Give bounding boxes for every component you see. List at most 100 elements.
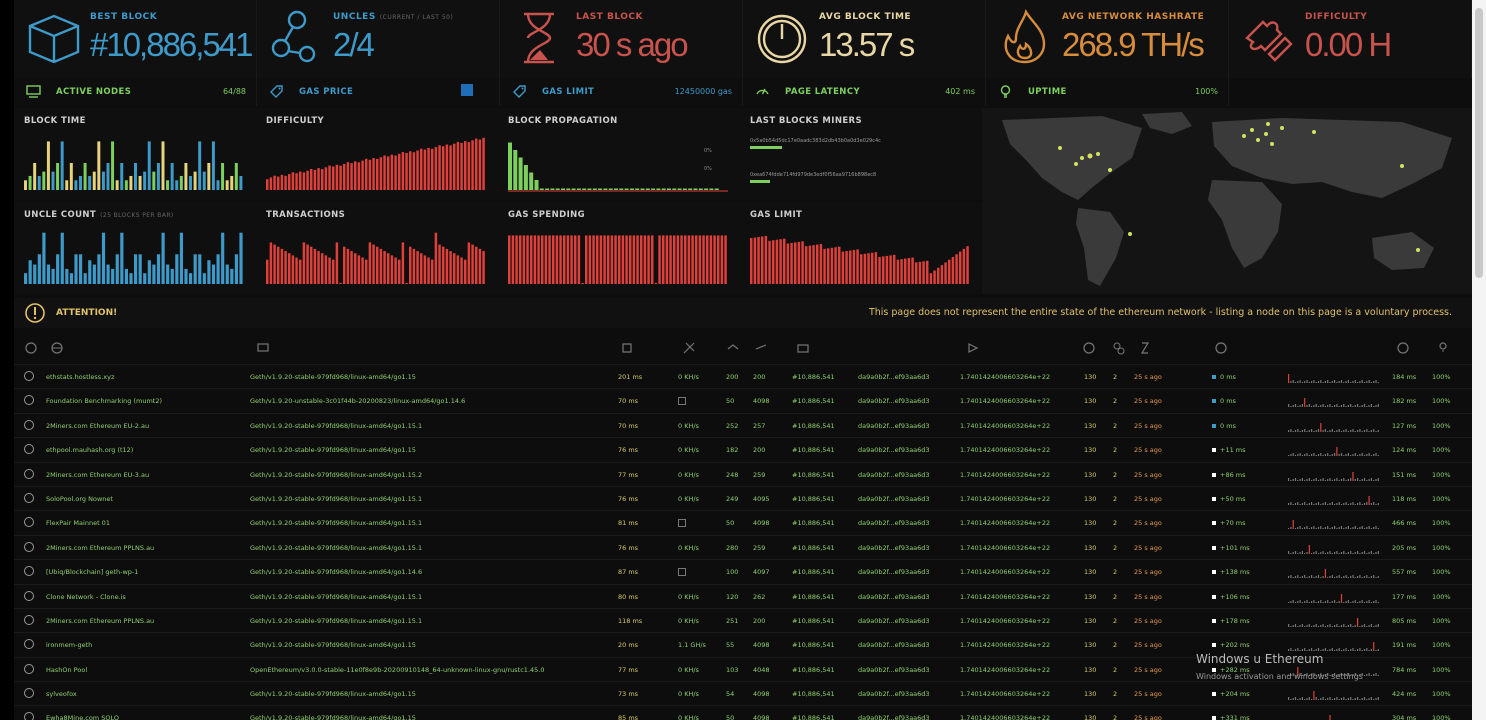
node-propagation: +138 ms	[1212, 568, 1250, 576]
table-row[interactable]: FlexPair Mainnet 01 Geth/v1.9.20-stable-9…	[14, 510, 1472, 534]
table-row[interactable]: [Ubiq/Blockchain] geth-wp-1 Geth/v1.9.20-…	[14, 559, 1472, 583]
chart-bar	[65, 180, 69, 190]
peers-header-icon[interactable]	[726, 341, 740, 355]
node-latency: 70 ms	[618, 421, 639, 430]
history-bar	[1292, 453, 1294, 457]
pin-toggle-icon[interactable]	[24, 639, 34, 650]
chart-bar	[106, 163, 110, 190]
node-pending: 259	[753, 470, 766, 479]
node-last-block: 25 s ago	[1134, 397, 1162, 406]
pin-toggle-icon[interactable]	[24, 492, 34, 503]
pin-toggle-icon[interactable]	[24, 590, 34, 601]
mini-value: 402 ms	[945, 87, 975, 96]
chart-bar	[438, 145, 441, 190]
chart-bar	[37, 254, 41, 284]
propagation-bar	[635, 188, 640, 190]
node-peers: 50	[726, 519, 735, 528]
chart-bar	[449, 251, 452, 284]
pin-toggle-icon[interactable]	[24, 444, 34, 455]
pin-toggle-icon[interactable]	[24, 688, 34, 699]
history-bar	[1327, 650, 1329, 652]
history-bar	[1334, 599, 1336, 603]
node-total-difficulty: 1.7401424006603264e+22	[960, 446, 1051, 455]
table-row[interactable]: SoloPool.org Nownet Geth/v1.9.20-stable-9…	[14, 485, 1472, 510]
history-bar	[1297, 454, 1299, 457]
chart-bar	[720, 235, 724, 284]
node-block: #10,886,541	[792, 616, 835, 625]
node-propagation: 0 ms	[1212, 422, 1236, 430]
history-bar	[1340, 478, 1343, 481]
table-row[interactable]: ethstats.hostless.xyz Geth/v1.9.20-stable…	[14, 364, 1472, 388]
history-bar	[1338, 625, 1340, 627]
chart-bar	[97, 141, 101, 190]
chart-bar	[390, 154, 394, 190]
chart-bar	[317, 251, 320, 284]
uncles-header-icon[interactable]	[1112, 341, 1126, 355]
node-name-header-icon[interactable]	[50, 341, 64, 355]
chart-bar	[849, 250, 852, 284]
pin-toggle-icon[interactable]	[24, 566, 34, 577]
mining-header-icon[interactable]	[682, 341, 696, 355]
table-row[interactable]: 2Miners.com Ethereum PPLNS.au Geth/v1.9.2…	[14, 607, 1472, 632]
history-bar	[1322, 623, 1324, 627]
table-row[interactable]: 2Miners.com Ethereum EU-2.au Geth/v1.9.20…	[14, 412, 1472, 437]
table-row[interactable]: Ewha8Mine.com SOLO Geth/v1.9.20-stable-97…	[14, 705, 1472, 720]
table-row[interactable]: Foundation Benchmarking (mumt2) Geth/v1.9…	[14, 388, 1472, 412]
pin-toggle-icon[interactable]	[24, 614, 34, 625]
uptime-header-icon[interactable]	[1436, 341, 1450, 355]
pin-toggle-icon[interactable]	[24, 517, 34, 528]
last-block-header-icon[interactable]	[1138, 341, 1152, 355]
node-last-block: 25 s ago	[1134, 714, 1162, 720]
node-name: 2Miners.com Ethereum EU-3.au	[46, 470, 150, 479]
chart-bar	[863, 253, 867, 284]
difficulty-header-icon[interactable]	[966, 341, 980, 355]
chart-bar	[239, 175, 243, 190]
chart-bar	[299, 171, 302, 190]
pin-header-icon[interactable]	[24, 341, 38, 355]
txs-header-icon[interactable]	[1082, 341, 1096, 355]
propagation-dot-icon	[1212, 399, 1216, 404]
pending-header-icon[interactable]	[754, 341, 768, 355]
chart-bar	[239, 232, 243, 284]
pin-toggle-icon[interactable]	[24, 712, 34, 720]
chart-bar	[915, 262, 918, 284]
block-header-icon[interactable]	[796, 341, 810, 355]
history-bar	[1306, 453, 1308, 457]
history-bar	[1377, 674, 1379, 676]
table-row[interactable]: Clone Network - Clone.is Geth/v1.9.20-sta…	[14, 583, 1472, 608]
table-row[interactable]: sylveofox Geth/v1.9.20-stable-979fd968/li…	[14, 681, 1472, 705]
history-bar	[1338, 600, 1340, 603]
propagation-header-icon[interactable]	[1214, 341, 1228, 355]
client-header-icon[interactable]	[256, 341, 270, 355]
history-bar	[1306, 698, 1308, 701]
history-bar	[1352, 381, 1354, 383]
ethstats-dashboard: Best Block #10,886,541 Uncles (current / …	[14, 0, 1472, 720]
windows-watermark-sub: Windows activation and windows settings	[1196, 672, 1363, 681]
table-row[interactable]: ethpool.mauhash.org (t12) Geth/v1.9.20-st…	[14, 437, 1472, 461]
pin-toggle-icon[interactable]	[24, 468, 34, 479]
node-last-block: 25 s ago	[1134, 446, 1162, 455]
history-bar	[1354, 577, 1356, 579]
pin-toggle-icon[interactable]	[24, 541, 34, 552]
node-pending: 4098	[753, 714, 770, 720]
avg-propagation-header-icon[interactable]	[1396, 341, 1410, 355]
chart-bar	[691, 235, 694, 284]
history-bar	[1322, 455, 1324, 457]
pin-toggle-icon[interactable]	[24, 371, 34, 381]
latency-header-icon[interactable]	[620, 341, 634, 355]
pin-toggle-icon[interactable]	[24, 395, 34, 406]
browser-scrollbar-track[interactable]	[1472, 0, 1486, 720]
browser-scrollbar-thumb[interactable]	[1475, 8, 1483, 278]
table-row[interactable]: 2Miners.com Ethereum EU-3.au Geth/v1.9.20…	[14, 461, 1472, 486]
history-bar	[1297, 381, 1299, 383]
chart-bar	[124, 180, 128, 190]
history-bar	[1350, 455, 1352, 457]
table-row[interactable]: 2Miners.com Ethereum PPLNS.au Geth/v1.9.2…	[14, 534, 1472, 559]
pin-toggle-icon[interactable]	[24, 419, 34, 430]
node-uptime: 100%	[1432, 592, 1451, 601]
node-propagation-value: +178 ms	[1220, 616, 1250, 625]
pin-toggle-icon[interactable]	[24, 663, 34, 674]
history-bar	[1311, 625, 1313, 627]
chart-bar	[783, 238, 786, 284]
chart-bar	[306, 170, 309, 190]
